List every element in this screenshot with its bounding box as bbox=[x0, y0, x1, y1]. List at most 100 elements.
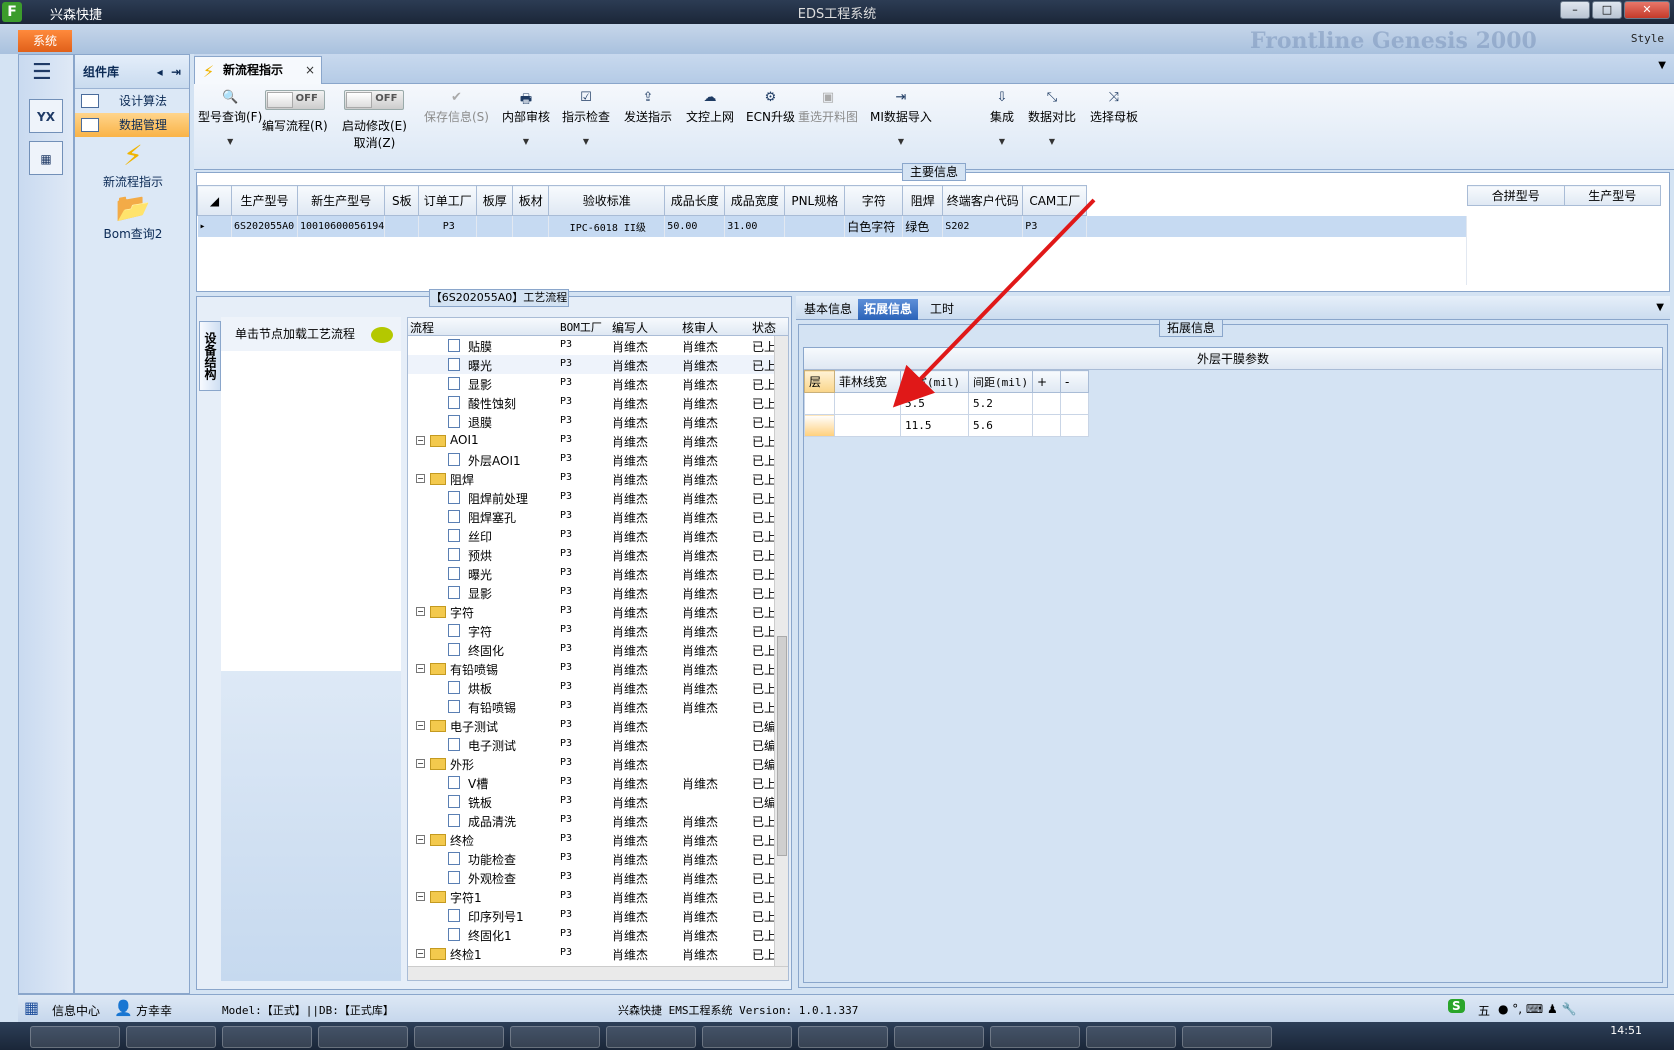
complib-item-design-algorithm[interactable]: 设计算法 bbox=[75, 89, 189, 113]
tree-row[interactable]: 显影 P3 肖维杰 肖维杰 已上网 bbox=[408, 583, 788, 602]
ime-mode[interactable]: 五 bbox=[1478, 1002, 1490, 1019]
save-info-button[interactable]: ✔ 保存信息(S) bbox=[424, 90, 489, 125]
column-header[interactable]: PNL规格 bbox=[784, 185, 846, 216]
tree-row[interactable]: 电子测试 P3 肖维杰 已编写 bbox=[408, 735, 788, 754]
vertical-scrollbar[interactable] bbox=[774, 336, 788, 980]
taskbar-app[interactable] bbox=[414, 1026, 504, 1048]
tree-row[interactable]: − 字符 P3 肖维杰 肖维杰 已上网 bbox=[408, 602, 788, 621]
style-menu[interactable]: Style bbox=[1631, 32, 1664, 45]
chevron-down-icon[interactable]: ▼ bbox=[562, 137, 610, 146]
calculator-module-icon[interactable]: ▦ bbox=[29, 141, 63, 175]
table-cell[interactable] bbox=[804, 414, 835, 437]
column-header[interactable]: 字符 bbox=[844, 185, 904, 216]
table-cell[interactable]: 5.2 bbox=[968, 392, 1033, 415]
model-query-button[interactable]: 🔍 型号查询(F) ▼ bbox=[198, 90, 262, 146]
chat-bubble-icon[interactable] bbox=[371, 327, 393, 343]
write-process-toggle[interactable]: OFF 编写流程(R) bbox=[262, 90, 328, 134]
collapse-nav-icon[interactable]: ◂ ⇥ bbox=[157, 55, 181, 89]
table-cell[interactable] bbox=[384, 215, 420, 237]
grid-apps-icon[interactable]: ▦ bbox=[24, 998, 39, 1017]
tree-row[interactable]: 阻焊塞孔 P3 肖维杰 肖维杰 已上网 bbox=[408, 507, 788, 526]
tree-row[interactable]: 铣板 P3 肖维杰 已编写 bbox=[408, 792, 788, 811]
column-header[interactable]: 层 bbox=[804, 370, 835, 393]
taskbar-app[interactable] bbox=[126, 1026, 216, 1048]
select-motherboard-button[interactable]: ⤨ 选择母板 bbox=[1090, 90, 1138, 125]
column-header[interactable]: 菲林线宽 bbox=[834, 370, 901, 393]
table-cell[interactable] bbox=[512, 215, 550, 237]
taskbar-app[interactable] bbox=[30, 1026, 120, 1048]
column-header[interactable]: 板厚 bbox=[476, 185, 514, 216]
tab-new-process[interactable]: ⚡ 新流程指示 × bbox=[194, 56, 322, 84]
toggle-switch[interactable]: OFF bbox=[264, 90, 325, 110]
table-cell[interactable] bbox=[784, 215, 846, 237]
column-header[interactable]: 状态 bbox=[752, 319, 776, 336]
tree-row[interactable]: 终固化1 P3 肖维杰 肖维杰 已上网 bbox=[408, 925, 788, 944]
column-header[interactable]: 合拼型号 bbox=[1467, 185, 1565, 206]
column-header[interactable]: 板材 bbox=[512, 185, 550, 216]
new-process-tool[interactable]: ⚡ 新流程指示 bbox=[75, 139, 191, 190]
chevron-down-icon[interactable]: ▼ bbox=[990, 137, 1014, 146]
column-header[interactable]: 流程 bbox=[410, 319, 434, 336]
yx-module-icon[interactable]: YX bbox=[29, 99, 63, 133]
collapse-node-icon[interactable]: − bbox=[416, 892, 425, 901]
tab-equipment-structure[interactable]: 设备结构 bbox=[199, 321, 221, 391]
tree-row[interactable]: 退膜 P3 肖维杰 肖维杰 已上网 bbox=[408, 412, 788, 431]
tree-row[interactable]: − 外形 P3 肖维杰 已编写 bbox=[408, 754, 788, 773]
tree-row[interactable]: − 终检1 P3 肖维杰 肖维杰 已上网 bbox=[408, 944, 788, 963]
column-header[interactable]: 编写人 bbox=[612, 319, 648, 336]
column-header[interactable]: 成品长度 bbox=[664, 185, 726, 216]
tree-row[interactable]: 曝光 P3 肖维杰 肖维杰 已上网 bbox=[408, 355, 788, 374]
collapse-node-icon[interactable]: − bbox=[416, 664, 425, 673]
tree-row[interactable]: 成品清洗 P3 肖维杰 肖维杰 已上网 bbox=[408, 811, 788, 830]
table-cell[interactable]: 绿色 bbox=[902, 215, 944, 237]
tree-row[interactable]: 酸性蚀刻 P3 肖维杰 肖维杰 已上网 bbox=[408, 393, 788, 412]
toggle-switch[interactable]: OFF bbox=[344, 90, 405, 110]
minimize-button[interactable]: – bbox=[1560, 1, 1590, 19]
collapse-node-icon[interactable]: − bbox=[416, 949, 425, 958]
table-cell[interactable] bbox=[804, 392, 835, 415]
column-header[interactable]: 成品宽度 bbox=[724, 185, 786, 216]
close-tab-icon[interactable]: × bbox=[305, 57, 315, 83]
complib-item-data-management[interactable]: 数据管理 bbox=[75, 113, 189, 137]
tree-row[interactable]: − 电子测试 P3 肖维杰 已编写 bbox=[408, 716, 788, 735]
column-header[interactable]: 新生产型号 bbox=[296, 185, 386, 216]
column-header[interactable]: 核审人 bbox=[682, 319, 718, 336]
ime-tools-icon[interactable]: ● °, ⌨ ♟ 🔧 bbox=[1498, 1002, 1577, 1016]
tree-row[interactable]: 终固化 P3 肖维杰 肖维杰 已上网 bbox=[408, 640, 788, 659]
start-modify-toggle[interactable]: OFF 启动修改(E) 取消(Z) bbox=[342, 90, 407, 151]
tree-row[interactable]: 功能检查 P3 肖维杰 肖维杰 已上网 bbox=[408, 849, 788, 868]
tree-row[interactable]: 贴膜 P3 肖维杰 肖维杰 已上网 bbox=[408, 336, 788, 355]
instruction-check-button[interactable]: ☑ 指示检查 ▼ bbox=[562, 90, 610, 146]
table-row[interactable]: 5.5 5.2 bbox=[804, 392, 1089, 415]
doc-control-publish-button[interactable]: ☁ 文控上网 bbox=[686, 90, 734, 125]
column-header[interactable]: 阻焊 bbox=[902, 185, 944, 216]
taskbar-app[interactable] bbox=[702, 1026, 792, 1048]
table-row[interactable]: 11.5 5.6 bbox=[804, 414, 1089, 437]
system-menu-button[interactable]: 系统 bbox=[18, 30, 72, 52]
tree-row[interactable]: 丝印 P3 肖维杰 肖维杰 已上网 bbox=[408, 526, 788, 545]
info-center-link[interactable]: 信息中心 bbox=[52, 1002, 100, 1019]
reselect-cutting-chart-button[interactable]: ▣ 重选开料图 bbox=[798, 90, 858, 125]
scroll-thumb[interactable] bbox=[777, 636, 787, 856]
tab-dropdown-icon[interactable]: ▼ bbox=[1658, 60, 1666, 71]
collapse-node-icon[interactable]: − bbox=[416, 835, 425, 844]
tree-row[interactable]: V槽 P3 肖维杰 肖维杰 已上网 bbox=[408, 773, 788, 792]
table-row[interactable]: ▸ 6S202055A0 10010600056194 P3 IPC-6018 … bbox=[197, 215, 1467, 237]
tree-row[interactable]: 烘板 P3 肖维杰 肖维杰 已上网 bbox=[408, 678, 788, 697]
table-cell[interactable] bbox=[1060, 414, 1089, 437]
collapse-node-icon[interactable]: − bbox=[416, 759, 425, 768]
table-cell[interactable] bbox=[834, 392, 901, 415]
taskbar-app[interactable] bbox=[798, 1026, 888, 1048]
table-cell[interactable]: 5.6 bbox=[968, 414, 1033, 437]
mi-data-import-button[interactable]: ⇥ MI数据导入 ▼ bbox=[870, 90, 932, 146]
tab-work-hours[interactable]: 工时 bbox=[924, 299, 960, 320]
system-clock[interactable]: 14:51 bbox=[1610, 1024, 1642, 1037]
horizontal-scrollbar[interactable] bbox=[408, 966, 788, 980]
collapse-node-icon[interactable]: − bbox=[416, 607, 425, 616]
column-header[interactable]: BOM工厂 bbox=[560, 319, 602, 335]
bom-query-tool[interactable]: 📂 Bom查询2 bbox=[75, 191, 191, 242]
table-cell[interactable]: 50.00 bbox=[664, 215, 726, 237]
table-cell[interactable] bbox=[1060, 392, 1089, 415]
tree-row[interactable]: − 有铅喷锡 P3 肖维杰 肖维杰 已上网 bbox=[408, 659, 788, 678]
collapse-node-icon[interactable]: − bbox=[416, 721, 425, 730]
